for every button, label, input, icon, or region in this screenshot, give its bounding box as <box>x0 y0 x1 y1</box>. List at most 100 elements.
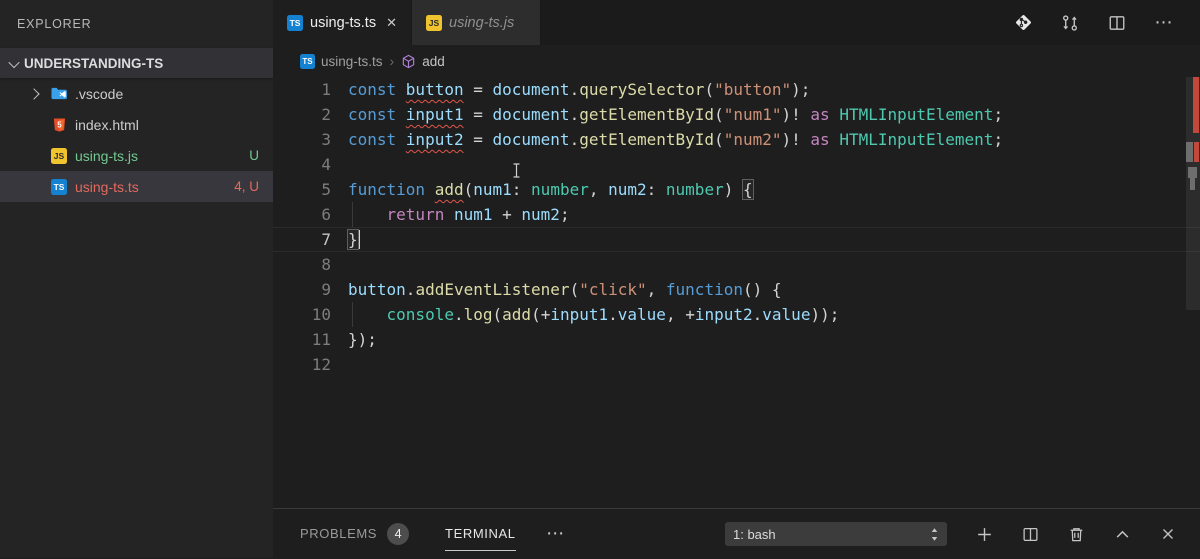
explorer-header: EXPLORER <box>0 0 273 48</box>
error-mark <box>1193 77 1199 133</box>
editor-group: TS using-ts.ts ✕ JSusing-ts.js ⋯ TS using-t… <box>273 0 1200 558</box>
chevron-down-icon <box>10 56 18 71</box>
tab-using-ts.ts[interactable]: TS using-ts.ts ✕ <box>273 0 412 45</box>
line-number: 10 <box>273 302 331 327</box>
new-terminal-icon[interactable] <box>974 524 994 544</box>
git-badge: U <box>249 148 259 163</box>
panel-tab-label: PROBLEMS <box>300 526 377 541</box>
code-line-11[interactable]: 11}); <box>273 327 1200 352</box>
symbol-method-icon <box>401 54 416 69</box>
close-icon[interactable]: ✕ <box>386 15 397 31</box>
more-actions-icon[interactable]: ⋯ <box>1154 13 1174 33</box>
line-number: 9 <box>273 277 331 302</box>
maximize-panel-chevron-up-icon[interactable] <box>1112 524 1132 544</box>
code-line-12[interactable]: 12 <box>273 352 1200 377</box>
code-line-4[interactable]: 4 <box>273 152 1200 177</box>
scrollbar[interactable] <box>1186 77 1200 508</box>
sidebar: EXPLORER UNDERSTANDING-TS .vscode 5 index.… <box>0 0 273 558</box>
split-editor-icon[interactable] <box>1107 13 1127 33</box>
tabs: TS using-ts.ts ✕ JSusing-ts.js <box>273 0 541 45</box>
line-number: 3 <box>273 127 331 152</box>
open-changes-icon[interactable] <box>1060 13 1080 33</box>
bottom-panel: PROBLEMS 4 TERMINAL ⋯ 1: bash <box>273 508 1200 558</box>
panel-tab-terminal[interactable]: TERMINAL <box>445 526 516 541</box>
html5-icon: 5 <box>50 117 68 133</box>
line-text <box>331 352 348 377</box>
line-text: function add(num1: number, num2: number)… <box>331 177 753 202</box>
close-panel-icon[interactable] <box>1158 524 1178 544</box>
file-list: .vscode 5 index.html JS using-ts.js U TSusing-… <box>0 78 273 202</box>
terminal-select-value: 1: bash <box>733 527 776 542</box>
breadcrumb-symbol-label: add <box>422 54 445 69</box>
line-number: 12 <box>273 352 331 377</box>
chevron-right-icon <box>30 90 50 98</box>
line-text <box>331 252 348 277</box>
title-actions: ⋯ <box>1013 0 1174 45</box>
js-icon: JS <box>50 148 68 164</box>
tab-label: using-ts.ts <box>310 15 376 31</box>
code-line-10[interactable]: 10 console.log(add(+input1.value, +input… <box>273 302 1200 327</box>
cursor-mark <box>1188 167 1197 178</box>
code-editor[interactable]: 1const button = document.querySelector("… <box>273 77 1200 508</box>
code-line-2[interactable]: 2const input1 = document.getElementById(… <box>273 102 1200 127</box>
text-cursor-pointer <box>512 163 522 178</box>
panel-more-actions-icon[interactable]: ⋯ <box>546 524 566 544</box>
text-caret <box>358 230 360 249</box>
file-row-using-ts.js[interactable]: JS using-ts.js U <box>0 140 273 171</box>
ts-icon: TS <box>300 54 315 69</box>
code-line-8[interactable]: 8 <box>273 252 1200 277</box>
explorer-title: EXPLORER <box>17 17 91 31</box>
line-number: 5 <box>273 177 331 202</box>
line-number: 1 <box>273 77 331 102</box>
tab-bar: TS using-ts.ts ✕ JSusing-ts.js ⋯ <box>273 0 1200 45</box>
file-name: using-ts.js <box>75 148 138 164</box>
file-row-using-ts.ts[interactable]: TSusing-ts.ts4, U <box>0 171 273 202</box>
file-name: index.html <box>75 117 139 133</box>
indent-guide <box>352 202 353 227</box>
cursor-mark <box>1186 142 1193 162</box>
line-text: const input1 = document.getElementById("… <box>331 102 1003 127</box>
line-text: const button = document.querySelector("b… <box>331 77 810 102</box>
tab-using-ts.js[interactable]: JSusing-ts.js <box>412 0 541 45</box>
line-number: 6 <box>273 202 331 227</box>
file-name: .vscode <box>75 86 123 102</box>
split-terminal-icon[interactable] <box>1020 524 1040 544</box>
line-text: console.log(add(+input1.value, +input2.v… <box>331 302 839 327</box>
select-arrows-icon <box>930 527 939 542</box>
code-line-9[interactable]: 9button.addEventListener("click", functi… <box>273 277 1200 302</box>
line-text: } <box>331 227 360 252</box>
code-line-7[interactable]: 7} <box>273 227 1200 252</box>
panel-tab-label: TERMINAL <box>445 526 516 541</box>
terminal-select[interactable]: 1: bash <box>725 522 947 546</box>
breadcrumb-symbol[interactable]: add <box>401 54 445 69</box>
problems-badge: 4 <box>387 523 409 545</box>
cursor-mark <box>1190 178 1195 190</box>
code-line-3[interactable]: 3const input2 = document.getElementById(… <box>273 127 1200 152</box>
ts-icon: TS <box>287 15 303 31</box>
line-text: const input2 = document.getElementById("… <box>331 127 1003 152</box>
file-name: using-ts.ts <box>75 179 139 195</box>
svg-text:5: 5 <box>57 120 62 129</box>
error-mark <box>1194 142 1199 162</box>
code-line-6[interactable]: 6 return num1 + num2; <box>273 202 1200 227</box>
line-text: }); <box>331 327 377 352</box>
line-number: 7 <box>273 227 331 252</box>
vscode-folder-icon <box>50 86 68 102</box>
line-number: 11 <box>273 327 331 352</box>
code-line-1[interactable]: 1const button = document.querySelector("… <box>273 77 1200 102</box>
section-label: UNDERSTANDING-TS <box>24 56 163 71</box>
panel-tabs: PROBLEMS 4 TERMINAL <box>300 523 516 545</box>
tab-label: using-ts.js <box>449 15 514 31</box>
breadcrumb-file[interactable]: TS using-ts.ts <box>300 54 383 69</box>
line-text <box>331 152 348 177</box>
indent-guide <box>352 302 353 327</box>
section-header-understanding-ts[interactable]: UNDERSTANDING-TS <box>0 48 273 78</box>
file-row-index.html[interactable]: 5 index.html <box>0 109 273 140</box>
git-icon[interactable] <box>1013 13 1033 33</box>
line-text: return num1 + num2; <box>331 202 570 227</box>
file-row-.vscode[interactable]: .vscode <box>0 78 273 109</box>
breadcrumb: TS using-ts.ts › add <box>273 45 1200 77</box>
kill-terminal-trash-icon[interactable] <box>1066 524 1086 544</box>
code-line-5[interactable]: 5function add(num1: number, num2: number… <box>273 177 1200 202</box>
panel-tab-problems[interactable]: PROBLEMS 4 <box>300 523 409 545</box>
